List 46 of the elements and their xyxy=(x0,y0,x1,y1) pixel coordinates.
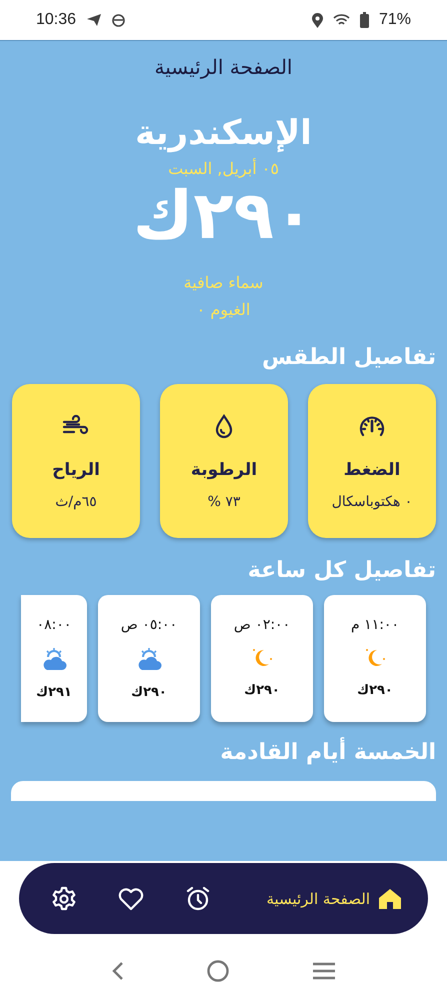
detail-value: ٦٥م/ث xyxy=(55,494,97,510)
menu-icon[interactable] xyxy=(313,962,336,980)
back-icon[interactable] xyxy=(112,961,124,981)
battery-icon xyxy=(360,12,369,28)
hour-time: ٠٨:٠٠ xyxy=(36,616,72,633)
droplet-icon xyxy=(214,414,234,440)
status-time: 10:36 xyxy=(36,11,76,29)
hour-temperature: ٢٩٠ك xyxy=(131,684,167,700)
condition-text: سماء صافية xyxy=(184,272,264,292)
settings-icon xyxy=(51,886,78,912)
hour-card[interactable]: ٠٥:٠٠ ص ٢٩٠ك xyxy=(98,594,200,722)
heart-icon xyxy=(118,886,144,910)
wifi-icon xyxy=(332,13,350,27)
hour-time: ٠٥:٠٠ ص xyxy=(120,616,178,633)
section-title: الخمسة أيام القادمة xyxy=(0,740,447,765)
hour-temperature: ٢٩٠ك xyxy=(244,682,280,698)
cloud-sun-icon xyxy=(136,646,162,671)
detail-label: الرطوبة xyxy=(190,460,258,480)
nav-item[interactable]: الصفحة الرئيسية xyxy=(260,882,408,916)
detail-label: الضغط xyxy=(344,460,400,480)
home-icon xyxy=(378,888,402,910)
cloud-sun-icon xyxy=(41,646,67,671)
hour-time: ٠٢:٠٠ ص xyxy=(234,616,290,633)
hour-temperature: ٢٩١ك xyxy=(36,684,72,700)
moon-icon xyxy=(251,646,273,669)
hour-temperature: ٢٩٠ك xyxy=(357,682,393,698)
temperature-text: ٢٩٠ك xyxy=(132,180,314,253)
section-title: تفاصيل الطقس xyxy=(260,344,437,370)
home-circle-icon[interactable] xyxy=(207,960,230,982)
moon-icon xyxy=(364,646,386,669)
hour-card[interactable]: ٠٨:٠٠ ٢٩١ك xyxy=(21,594,87,722)
hour-card[interactable]: ١١:٠٠ م ٢٩٠ك xyxy=(324,594,426,722)
page-title: الصفحة الرئيسية xyxy=(154,55,292,79)
send-icon xyxy=(86,13,102,27)
hour-time: ١١:٠٠ م xyxy=(351,616,399,633)
hour-card[interactable]: ٠٢:٠٠ ص ٢٩٠ك xyxy=(211,594,313,722)
detail-value: ٠ هكتوباسكال xyxy=(332,494,412,510)
clouds-text: الغيوم ٠ xyxy=(196,300,250,319)
city-name: الإسكندرية xyxy=(135,113,312,153)
location-icon xyxy=(312,12,323,28)
alarm-clock-icon xyxy=(185,886,212,912)
detail-label: الرياح xyxy=(52,460,100,480)
detail-value: ٧٣ % xyxy=(208,494,240,510)
section-title: تفاصيل كل ساعة xyxy=(246,558,437,583)
date-text: ٠٥ أبريل, السبت xyxy=(168,159,279,178)
battery-percent: 71% xyxy=(378,11,411,29)
